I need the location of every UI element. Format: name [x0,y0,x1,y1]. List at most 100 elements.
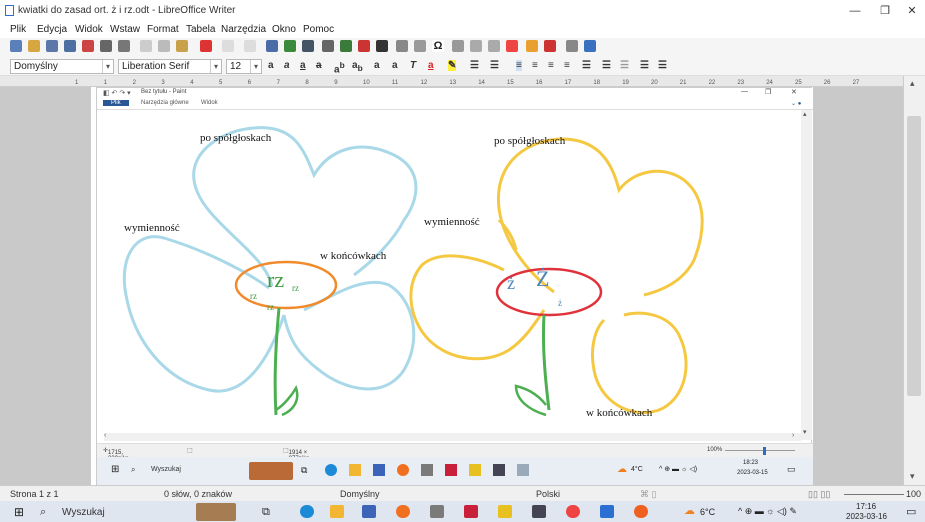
indent-decrease-icon[interactable]: ☰ [620,60,629,71]
indent-increase-icon[interactable]: ☰ [602,60,611,71]
paint-help-icon[interactable]: ⌄ ● [791,100,801,107]
redo-icon[interactable] [244,40,256,52]
menu-insert[interactable]: Wstaw [110,24,140,35]
save-as-icon[interactable] [64,40,76,52]
paint-vertical-scrollbar[interactable]: ▴ ▾ [801,110,812,440]
zoom-value[interactable]: 100 [906,489,921,499]
print-icon[interactable] [100,40,112,52]
paint-zoom-thumb[interactable] [763,447,766,455]
menu-edit[interactable]: Edycja [37,24,67,35]
zoom-slider[interactable] [844,494,904,495]
insert-field-icon[interactable] [414,40,426,52]
spelling-icon[interactable] [284,40,296,52]
paste-icon[interactable] [176,40,188,52]
copy-icon[interactable] [158,40,170,52]
basic-shapes-icon[interactable] [544,40,556,52]
comment-icon[interactable] [488,40,500,52]
line-spacing-icon[interactable]: ☰ [582,60,591,71]
save-icon[interactable] [46,40,58,52]
hyperlink-icon[interactable] [452,40,464,52]
paint-minimize-icon[interactable]: — [741,88,748,95]
writer-taskbar-icon[interactable] [600,505,614,518]
italic-icon[interactable]: a [284,60,290,71]
scroll-right-icon[interactable]: › [792,432,794,439]
subscript-icon[interactable]: ab [352,60,363,73]
menu-tools[interactable]: Narzędzia [221,24,266,35]
insert-table-icon[interactable] [322,40,334,52]
paint-horizontal-scrollbar[interactable]: ‹ › [104,432,801,441]
paint-tab-home[interactable]: Narzędzia główne [141,100,189,106]
numbered-list-icon[interactable]: ☰ [490,60,499,71]
paragraph-spacing-icon[interactable]: ☰ [640,60,649,71]
taskbar-app-icon-5[interactable] [532,505,546,518]
paint-canvas[interactable]: po spółgłoskach wymienność w końcówkach … [104,110,798,438]
strikethrough-icon[interactable]: a [316,60,322,71]
find-replace-icon[interactable] [266,40,278,52]
paint-zoom-slider[interactable] [725,450,795,451]
scroll-up-icon[interactable]: ▴ [910,78,915,89]
formatting-marks-icon[interactable] [302,40,314,52]
underline-icon[interactable]: a [300,60,306,71]
minimize-icon[interactable]: — [846,3,864,19]
paint-tab-view[interactable]: Widok [201,100,218,106]
menu-help[interactable]: Pomoc [303,24,334,35]
menu-view[interactable]: Widok [75,24,103,35]
weather-icon[interactable]: ☁ [684,504,695,517]
shadow-icon[interactable]: a [374,60,380,71]
scroll-down-icon[interactable]: ▾ [803,428,807,436]
system-tray-icons[interactable]: ^ ⊕ ▬ ☼ ◁) ✎ [738,506,797,517]
view-layout-icons[interactable]: ▯▯ ▯▯ [808,489,830,500]
bullet-list-icon[interactable]: ☰ [470,60,479,71]
outline-icon[interactable]: a [392,60,398,71]
page-style[interactable]: Domyślny [340,489,380,499]
search-icon[interactable]: ⌕ [40,506,46,519]
export-pdf-icon[interactable] [82,40,94,52]
firefox-icon[interactable] [634,505,648,518]
insert-textbox-icon[interactable] [376,40,388,52]
selection-mode-icon[interactable]: ⌘ ▯ [640,489,656,500]
scroll-thumb[interactable] [907,116,921,396]
chrome-icon[interactable] [566,505,580,518]
menu-table[interactable]: Tabela [186,24,215,35]
clock-date[interactable]: 2023-03-16 [846,512,887,521]
taskbar-app-icon-1[interactable] [396,505,410,518]
font-size-select[interactable]: 12 ▾ [226,59,262,74]
open-icon[interactable] [28,40,40,52]
paint-tab-file[interactable]: Plik [103,100,129,106]
insert-chart-icon[interactable] [358,40,370,52]
scroll-down-icon[interactable]: ▾ [910,471,915,482]
start-icon[interactable]: ⊞ [14,505,24,519]
new-document-icon[interactable] [10,40,22,52]
paint-restore-icon[interactable]: ❐ [765,88,771,96]
close-icon[interactable]: ✕ [903,3,921,19]
menu-file[interactable]: Plik [10,24,26,35]
taskbar-app-icon-4[interactable] [498,505,512,518]
align-right-icon[interactable]: ≡ [548,60,554,71]
footnote-icon[interactable] [470,40,482,52]
highlight-icon[interactable]: ✎ [448,60,457,71]
bold-icon[interactable]: a [268,60,274,71]
superscript-icon[interactable]: ab [334,60,345,75]
line-icon[interactable] [566,40,578,52]
clone-formatting-icon[interactable] [200,40,212,52]
taskbar-app-icon-3[interactable] [464,505,478,518]
justify-icon[interactable]: ≡ [564,60,570,71]
insert-pagebreak-icon[interactable] [396,40,408,52]
save-app-icon[interactable] [362,505,376,518]
track-changes-icon[interactable] [506,40,518,52]
font-color-icon[interactable]: a [428,60,434,71]
font-name-select[interactable]: Liberation Serif ▾ [118,59,222,74]
language[interactable]: Polski [536,489,560,499]
notification-icon[interactable]: ▭ [906,505,916,518]
clock-time[interactable]: 17:16 [856,502,876,511]
edge-icon[interactable] [300,505,314,518]
scroll-up-icon[interactable]: ▴ [803,110,807,118]
special-character-icon[interactable]: Ω [432,40,444,52]
paint-close-icon[interactable]: ✕ [791,88,797,96]
align-left-icon[interactable]: ≡ [516,60,522,71]
sidebar-icon[interactable]: ☰ [658,60,667,71]
horizontal-ruler[interactable]: 1 1 2 3 4 5 6 7 8 9 10 11 12 13 14 15 16 17 18 19 20 21 22 23 24… [0,76,925,87]
scroll-left-icon[interactable]: ‹ [104,432,106,439]
cut-icon[interactable] [140,40,152,52]
insert-shape-icon[interactable] [526,40,538,52]
